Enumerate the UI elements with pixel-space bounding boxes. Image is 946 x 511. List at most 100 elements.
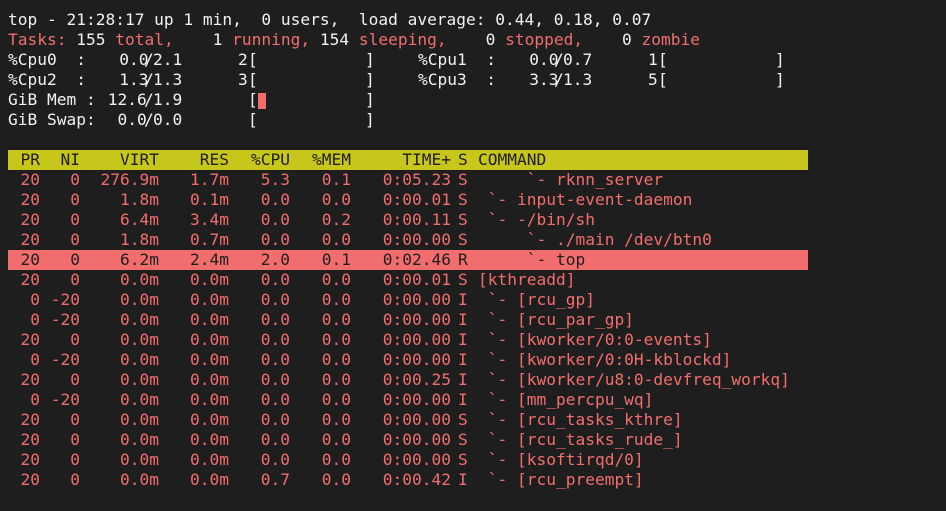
- process-row[interactable]: 20 0 0.0m 0.0m 0.0 0.0 0:00.00 S `- [rcu_tasks_…: [8, 430, 808, 450]
- cpu3-bar-num: 5: [648, 70, 658, 89]
- cell-res: 1.7m: [190, 170, 229, 189]
- process-table-header[interactable]: PR NI VIRT RES %CPU %MEM TIME+ S COMMAND: [8, 150, 808, 170]
- cpu2-label: %Cpu2 :: [8, 70, 86, 89]
- cell-time: 0:00.01: [382, 270, 451, 289]
- cell-state: I: [458, 470, 468, 489]
- process-row[interactable]: 20 0 0.0m 0.0m 0.0 0.0 0:00.00 S `- [rcu_tasks_…: [8, 410, 808, 430]
- cell-ni: 0: [70, 230, 80, 249]
- swap-total: 0.0: [153, 110, 183, 129]
- cell-virt: 0.0m: [120, 290, 159, 309]
- cell-command: `- top: [478, 250, 586, 269]
- tasks-zombie-label: zombie: [631, 30, 701, 49]
- cell-ni: 0: [70, 270, 80, 289]
- cell-res: 0.0m: [190, 410, 229, 429]
- process-row[interactable]: 20 0 0.0m 0.0m 0.0 0.0 0:00.00 S `- [ksoftirqd/…: [8, 450, 808, 470]
- process-row[interactable]: 20 0 276.9m 1.7m 5.3 0.1 0:05.23 S `- rknn_serv…: [8, 170, 808, 190]
- cell-time: 0:00.00: [382, 230, 451, 249]
- cell-command: `- -/bin/sh: [478, 210, 595, 229]
- process-list[interactable]: 20 0 276.9m 1.7m 5.3 0.1 0:05.23 S `- rknn_serv…: [8, 170, 808, 490]
- process-row-selected[interactable]: 20 0 6.2m 2.4m 2.0 0.1 0:02.46 R `- top: [8, 250, 808, 270]
- cell-time: 0:00.00: [382, 330, 451, 349]
- cell-cpu: 0.0: [260, 370, 290, 389]
- cell-virt: 0.0m: [120, 470, 159, 489]
- cell-command: `- [rcu_preempt]: [478, 470, 644, 489]
- cell-command: `- ./main /dev/btn0: [478, 230, 712, 249]
- col-res[interactable]: RES: [168, 150, 229, 170]
- col-s[interactable]: S: [458, 150, 472, 170]
- cell-res: 0.0m: [190, 450, 229, 469]
- cell-time: 0:00.11: [382, 210, 451, 229]
- cell-pr: 20: [20, 210, 41, 229]
- tasks-label: Tasks:: [8, 30, 67, 49]
- mem-bar-fill: [258, 93, 266, 109]
- cell-mem: 0.0: [321, 310, 351, 329]
- cell-cpu: 0.0: [260, 330, 290, 349]
- cell-pr: 20: [20, 470, 41, 489]
- cell-cpu: 2.0: [260, 250, 290, 269]
- cell-mem: 0.0: [321, 390, 351, 409]
- col-mem[interactable]: %MEM: [294, 150, 351, 170]
- cell-pr: 20: [20, 370, 41, 389]
- cell-pr: 20: [20, 430, 41, 449]
- process-row[interactable]: 20 0 0.0m 0.0m 0.7 0.0 0:00.42 I `- [rcu_preemp…: [8, 470, 808, 490]
- cell-state: S: [458, 450, 468, 469]
- cell-pr: 20: [20, 410, 41, 429]
- tasks-stopped: 0: [446, 30, 496, 49]
- cell-pr: 20: [20, 270, 41, 289]
- process-row[interactable]: 20 0 1.8m 0.1m 0.0 0.0 0:00.01 S `- input-event…: [8, 190, 808, 210]
- cell-cpu: 0.0: [260, 430, 290, 449]
- col-time[interactable]: TIME+: [353, 150, 451, 170]
- cell-ni: 0: [70, 410, 80, 429]
- cell-mem: 0.0: [321, 470, 351, 489]
- cpu2-bar-num: 3: [238, 70, 248, 89]
- col-cpu[interactable]: %CPU: [233, 150, 290, 170]
- cell-virt: 0.0m: [120, 330, 159, 349]
- cell-state: R: [458, 250, 468, 269]
- cell-ni: -20: [50, 290, 80, 309]
- cell-ni: 0: [70, 370, 80, 389]
- cell-command: `- [rcu_par_gp]: [478, 310, 634, 329]
- cpu3-label: %Cpu3 :: [418, 70, 496, 89]
- col-virt[interactable]: VIRT: [80, 150, 159, 170]
- cell-ni: 0: [70, 170, 80, 189]
- cell-pr: 0: [30, 290, 40, 309]
- process-row[interactable]: 20 0 0.0m 0.0m 0.0 0.0 0:00.25 I `- [kworker/u8…: [8, 370, 808, 390]
- process-row[interactable]: 0 -20 0.0m 0.0m 0.0 0.0 0:00.00 I `- [rcu_gp]: [8, 290, 808, 310]
- process-row[interactable]: 20 0 6.4m 3.4m 0.0 0.2 0:00.11 S `- -/bin/sh: [8, 210, 808, 230]
- swap-bar: [ ]: [248, 110, 375, 129]
- cell-cpu: 0.0: [260, 450, 290, 469]
- cell-cpu: 0.0: [260, 190, 290, 209]
- col-command[interactable]: COMMAND: [478, 150, 546, 170]
- cell-cpu: 0.0: [260, 230, 290, 249]
- cell-mem: 0.0: [321, 230, 351, 249]
- col-ni[interactable]: NI: [44, 150, 81, 170]
- process-row[interactable]: 0 -20 0.0m 0.0m 0.0 0.0 0:00.00 I `- [kworker/0…: [8, 350, 808, 370]
- cell-virt: 0.0m: [120, 410, 159, 429]
- cell-command: `- [ksoftirqd/0]: [478, 450, 644, 469]
- process-row[interactable]: 0 -20 0.0m 0.0m 0.0 0.0 0:00.00 I `- [mm_percpu…: [8, 390, 808, 410]
- process-row[interactable]: 0 -20 0.0m 0.0m 0.0 0.0 0:00.00 I `- [rcu_par_g…: [8, 310, 808, 330]
- cpu3-sys: 1.3: [563, 70, 593, 89]
- cell-state: S: [458, 190, 468, 209]
- terminal[interactable]: top - 21:28:17 up 1 min, 0 users, load a…: [8, 10, 808, 490]
- cpu1-label: %Cpu1 :: [418, 50, 496, 69]
- cell-state: S: [458, 210, 468, 229]
- cell-state: S: [458, 170, 468, 189]
- cell-ni: 0: [70, 250, 80, 269]
- cell-state: I: [458, 330, 468, 349]
- cell-ni: 0: [70, 190, 80, 209]
- cpu2-user: 1.3: [90, 70, 149, 89]
- cell-ni: 0: [70, 450, 80, 469]
- cell-res: 0.0m: [190, 290, 229, 309]
- cell-ni: -20: [50, 350, 80, 369]
- cell-state: I: [458, 390, 468, 409]
- cpu3-bar: [ ]: [658, 70, 785, 89]
- cpu3-user: 3.3: [500, 70, 559, 89]
- process-row[interactable]: 20 0 0.0m 0.0m 0.0 0.0 0:00.00 I `- [kworker/0:…: [8, 330, 808, 350]
- mem-bar: [ ]: [248, 90, 375, 109]
- col-pr[interactable]: PR: [8, 150, 41, 170]
- cell-command: `- [rcu_tasks_kthre]: [478, 410, 683, 429]
- process-row[interactable]: 20 0 1.8m 0.7m 0.0 0.0 0:00.00 S `- ./main /dev…: [8, 230, 808, 250]
- process-row[interactable]: 20 0 0.0m 0.0m 0.0 0.0 0:00.01 S [kthreadd]: [8, 270, 808, 290]
- cell-command: `- [kworker/u8:0-devfreq_workq]: [478, 370, 790, 389]
